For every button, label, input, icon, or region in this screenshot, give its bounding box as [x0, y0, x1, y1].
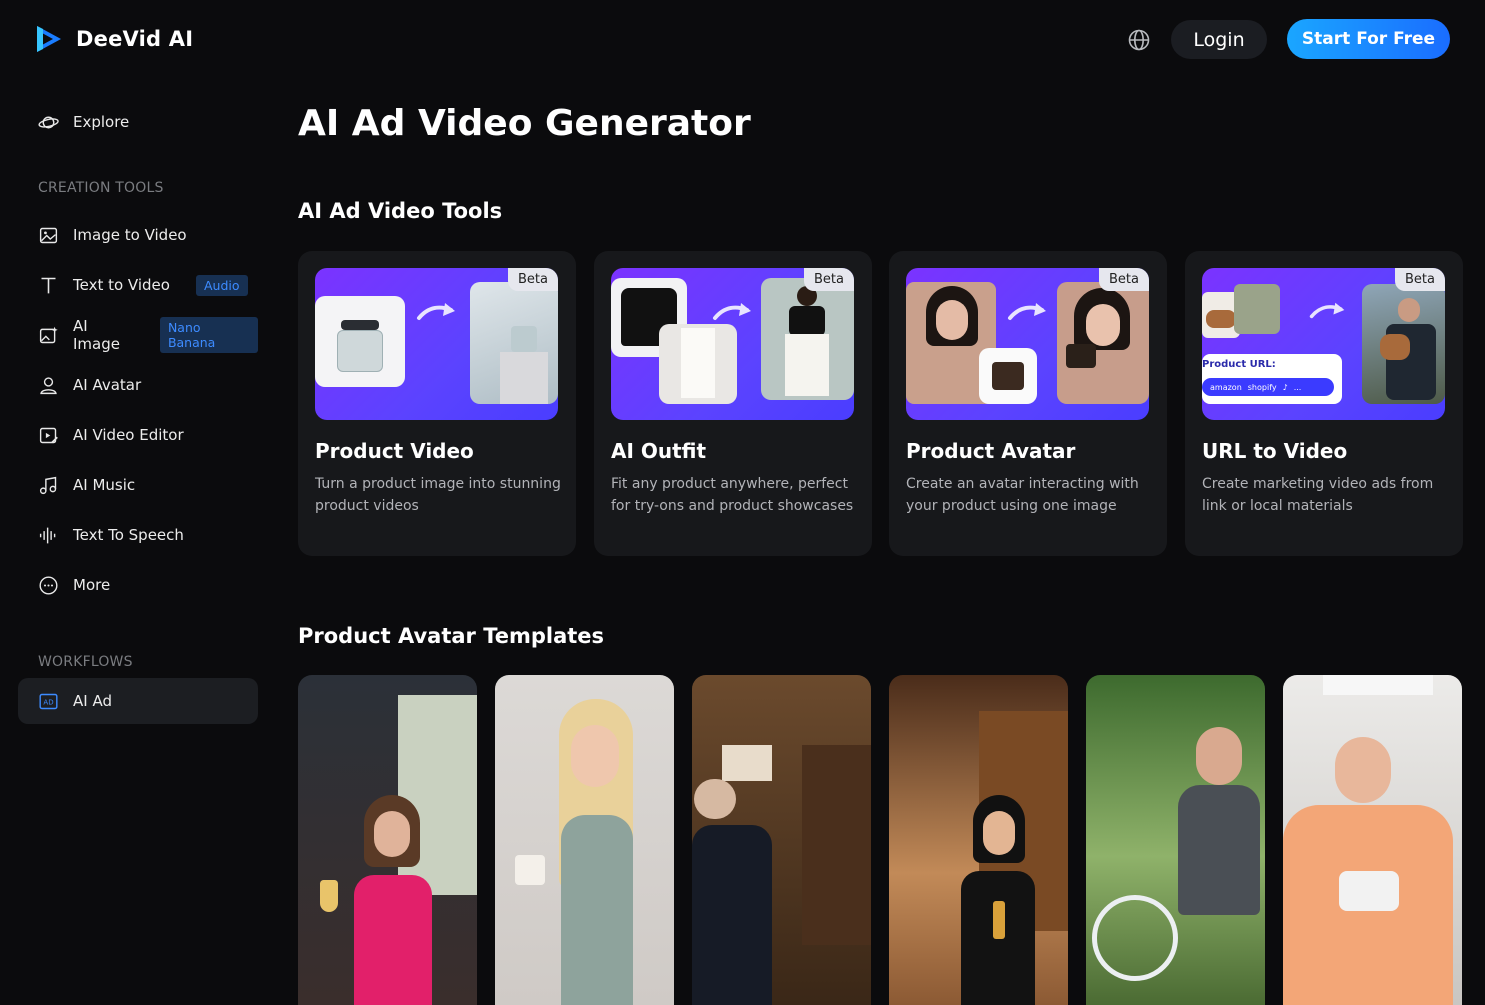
sidebar-item-ai-music[interactable]: AI Music — [18, 460, 258, 510]
template-thumbnail[interactable] — [889, 675, 1068, 1005]
video-editor-icon — [39, 427, 58, 443]
ad-icon: AD — [39, 693, 58, 709]
sidebar-item-label: Explore — [73, 113, 130, 131]
arrow-icon — [713, 303, 751, 320]
tool-card-product-avatar[interactable]: Beta Product Avatar Create an avatar int… — [889, 251, 1167, 556]
sidebar-item-label: Image to Video — [73, 226, 187, 244]
page-title: AI Ad Video Generator — [298, 103, 751, 144]
sidebar-item-text-to-speech[interactable]: Text To Speech — [18, 510, 258, 560]
ai-outfit-thumbnail: Beta — [611, 268, 854, 420]
more-stores-label: ... — [1293, 382, 1302, 392]
arrow-icon — [1008, 303, 1046, 320]
tool-description: Turn a product image into stunning produ… — [315, 476, 561, 514]
tool-title: Product Video — [315, 439, 474, 463]
nano-banana-badge: Nano Banana — [159, 317, 258, 353]
sidebar: Explore CREATION TOOLS Image to Video Te… — [18, 96, 258, 724]
sidebar-item-ai-image[interactable]: AI Image Nano Banana — [18, 310, 258, 360]
product-url-label: Product URL: — [1202, 359, 1276, 370]
brand-logo[interactable]: DeeVid AI — [34, 24, 193, 54]
music-icon — [39, 476, 57, 494]
sidebar-item-label: Text to Video — [73, 276, 170, 294]
ad-icon-text: AD — [43, 698, 53, 706]
sidebar-item-text-to-video[interactable]: Text to Video Audio — [18, 260, 258, 310]
ai-image-icon — [39, 326, 58, 343]
tool-description: Fit any product anywhere, perfect for tr… — [611, 476, 854, 514]
tool-card-product-video[interactable]: Beta Product Video Turn a product image … — [298, 251, 576, 556]
url-to-video-thumbnail: Product URL: amazon shopify ♪ ... Beta — [1202, 268, 1445, 420]
brand-name: DeeVid AI — [76, 27, 194, 51]
image-to-video-icon — [39, 227, 58, 243]
arrow-icon — [1309, 302, 1345, 319]
tool-title: Product Avatar — [906, 439, 1076, 463]
tools-heading: AI Ad Video Tools — [298, 199, 503, 223]
templates-heading: Product Avatar Templates — [298, 624, 605, 648]
beta-badge: Beta — [1395, 268, 1445, 291]
waveform-icon — [39, 527, 56, 543]
workflows-title: WORKFLOWS — [38, 654, 133, 670]
sidebar-item-more[interactable]: More — [18, 560, 258, 610]
tiktok-icon: ♪ — [1282, 382, 1288, 392]
sidebar-item-label: AI Video Editor — [73, 426, 184, 444]
template-thumbnail[interactable] — [692, 675, 871, 1005]
product-video-thumbnail: Beta — [315, 268, 558, 420]
amazon-label: amazon — [1210, 382, 1242, 392]
sidebar-item-label: AI Ad — [73, 692, 112, 710]
planet-icon — [38, 116, 59, 128]
sidebar-item-label: Text To Speech — [73, 526, 184, 544]
tool-card-url-to-video[interactable]: Product URL: amazon shopify ♪ ... Beta U… — [1185, 251, 1463, 556]
beta-badge: Beta — [508, 268, 558, 291]
tool-description: Create marketing video ads from link or … — [1202, 476, 1434, 514]
template-thumbnail[interactable] — [1086, 675, 1265, 1005]
audio-badge: Audio — [195, 274, 248, 296]
top-bar: DeeVid AI Login Start For Free — [0, 0, 1485, 80]
sidebar-item-label: More — [73, 576, 111, 594]
product-avatar-thumbnail: Beta — [906, 268, 1149, 420]
store-links: amazon shopify ♪ ... — [1202, 378, 1334, 396]
template-thumbnail[interactable] — [298, 675, 477, 1005]
arrow-icon — [417, 303, 455, 320]
sidebar-item-label: AI Avatar — [73, 376, 142, 394]
shopify-label: shopify — [1247, 382, 1277, 392]
globe-icon[interactable] — [1127, 28, 1151, 52]
sidebar-item-ai-video-editor[interactable]: AI Video Editor — [18, 410, 258, 460]
deevid-logo-icon — [37, 26, 61, 52]
beta-badge: Beta — [804, 268, 854, 291]
template-thumbnail[interactable] — [1283, 675, 1462, 1005]
tool-card-ai-outfit[interactable]: Beta AI Outfit Fit any product anywhere,… — [594, 251, 872, 556]
sidebar-item-ai-ad[interactable]: AD AI Ad — [18, 678, 258, 724]
start-for-free-button[interactable]: Start For Free — [1287, 19, 1450, 59]
sidebar-item-label: AI Image — [73, 317, 120, 353]
sidebar-item-label: AI Music — [73, 476, 136, 494]
tool-description: Create an avatar interacting with your p… — [906, 476, 1139, 514]
sidebar-item-ai-avatar[interactable]: AI Avatar — [18, 360, 258, 410]
avatar-icon — [40, 376, 57, 394]
sidebar-item-explore[interactable]: Explore — [18, 96, 258, 148]
creation-tools-title: CREATION TOOLS — [38, 180, 164, 196]
text-icon — [41, 277, 56, 293]
login-button[interactable]: Login — [1171, 20, 1267, 59]
template-thumbnail[interactable] — [495, 675, 674, 1005]
more-icon — [39, 575, 58, 595]
beta-badge: Beta — [1099, 268, 1149, 291]
tool-title: AI Outfit — [611, 439, 707, 463]
sidebar-item-image-to-video[interactable]: Image to Video — [18, 210, 258, 260]
tool-title: URL to Video — [1202, 439, 1348, 463]
